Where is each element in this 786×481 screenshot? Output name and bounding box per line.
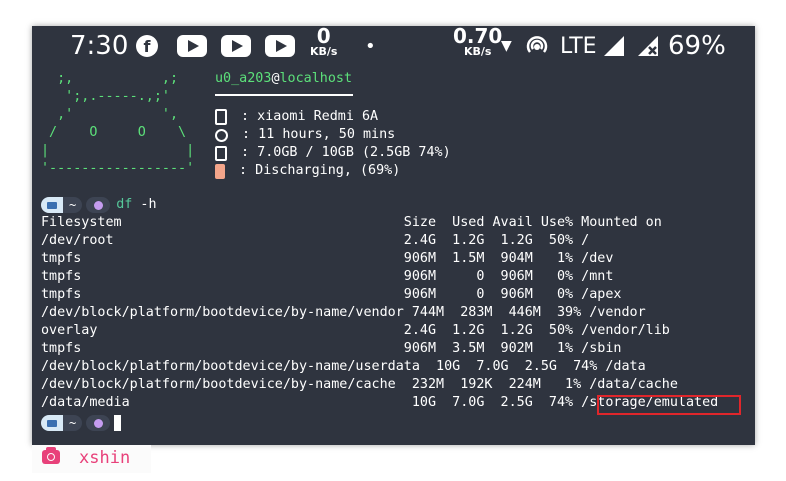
download-speed-value: 0 xyxy=(316,26,331,48)
battery-icon xyxy=(215,163,225,179)
prompt-status-icon xyxy=(86,415,111,431)
annotation-highlight-box xyxy=(597,395,741,415)
prompt-line: ~ df -h xyxy=(41,196,157,214)
memory-row: : 7.0GB / 10GB (2.5GB 74%) xyxy=(215,144,451,162)
watermark: xshin xyxy=(32,445,151,473)
title-underline xyxy=(215,94,353,96)
watermark-text: xshin xyxy=(79,448,131,468)
notification-dot: • xyxy=(365,35,376,57)
battery-row: : Discharging, (69%) xyxy=(215,162,400,180)
youtube-icon xyxy=(221,26,251,66)
user-host: u0_a203@localhost xyxy=(215,70,352,88)
df-row: tmpfs 906M 0 906M 0% /apex xyxy=(41,287,622,302)
hostname: localhost xyxy=(279,71,353,86)
download-speed-unit: KB/s xyxy=(310,45,338,58)
at-sign: @ xyxy=(271,71,280,86)
download-speed: 0 KB/s xyxy=(310,26,337,66)
prompt-status-icon xyxy=(86,197,111,213)
upload-speed: 0.70 KB/s xyxy=(453,26,502,66)
prompt-dir: ~ xyxy=(69,416,77,430)
df-row: /dev/root 2.4G 1.2G 1.2G 50% / xyxy=(41,233,590,248)
prompt-dir-segment: ~ xyxy=(41,415,83,431)
folder-icon xyxy=(41,197,63,213)
command: df -h xyxy=(116,196,156,214)
folder-icon xyxy=(41,415,63,431)
phone-icon xyxy=(215,109,227,125)
terminal[interactable]: ;, ,; ';,.-----.,;' ,' ', / O O \ | | '-… xyxy=(32,66,755,445)
df-row: /dev/block/platform/bootdevice/by-name/c… xyxy=(41,377,678,392)
network-type: LTE xyxy=(560,33,597,59)
upload-speed-unit: KB/s xyxy=(463,45,492,58)
prompt-dir: ~ xyxy=(69,198,77,212)
battery-text: : Discharging, (69%) xyxy=(231,163,401,178)
df-header: Filesystem Size Used Avail Use% Mounted … xyxy=(41,215,662,230)
camera-icon xyxy=(42,447,60,464)
data-arrow-icon: ▼ xyxy=(501,38,512,54)
memory-text: : 7.0GB / 10GB (2.5GB 74%) xyxy=(233,145,451,160)
signal-icon xyxy=(602,26,626,66)
memory-icon xyxy=(215,145,227,161)
youtube-icon xyxy=(177,26,207,66)
command-name: df xyxy=(116,197,133,212)
df-row: tmpfs 906M 3.5M 902M 1% /sbin xyxy=(41,341,622,356)
signal-no-service-icon xyxy=(636,26,660,66)
df-row: /dev/block/platform/bootdevice/by-name/v… xyxy=(41,305,646,320)
prompt-line-current: ~ xyxy=(41,414,122,432)
clock: 7:30 xyxy=(70,31,129,61)
android-ascii-logo: ;, ,; ';,.-----.,;' ,' ', / O O \ | | '-… xyxy=(41,71,195,176)
username: u0_a203 xyxy=(215,71,272,86)
text-cursor[interactable] xyxy=(114,415,122,431)
device-row: : xiaomi Redmi 6A xyxy=(215,108,378,126)
uptime-text: : 11 hours, 50 mins xyxy=(234,127,396,142)
upload-speed-value: 0.70 xyxy=(453,26,503,48)
hotspot-icon xyxy=(524,26,550,66)
command-arg: -h xyxy=(140,197,157,212)
battery-percent: 69% xyxy=(668,31,726,61)
youtube-icon xyxy=(265,26,295,66)
clock-icon xyxy=(215,128,228,142)
df-row: tmpfs 906M 1.5M 904M 1% /dev xyxy=(41,251,614,266)
df-row: overlay 2.4G 1.2G 1.2G 50% /vendor/lib xyxy=(41,323,670,338)
facebook-icon: f xyxy=(136,26,158,66)
status-bar: 7:30 f 0 KB/s • 0.70 KB/s ▼ LTE 69% xyxy=(32,26,755,66)
device-text: : xiaomi Redmi 6A xyxy=(233,109,379,124)
uptime-row: : 11 hours, 50 mins xyxy=(215,126,395,144)
prompt-dir-segment: ~ xyxy=(41,197,83,213)
df-row: tmpfs 906M 0 906M 0% /mnt xyxy=(41,269,614,284)
phone-screen: 7:30 f 0 KB/s • 0.70 KB/s ▼ LTE 69% ;, ,… xyxy=(32,26,755,445)
df-row: /dev/block/platform/bootdevice/by-name/u… xyxy=(41,359,646,374)
